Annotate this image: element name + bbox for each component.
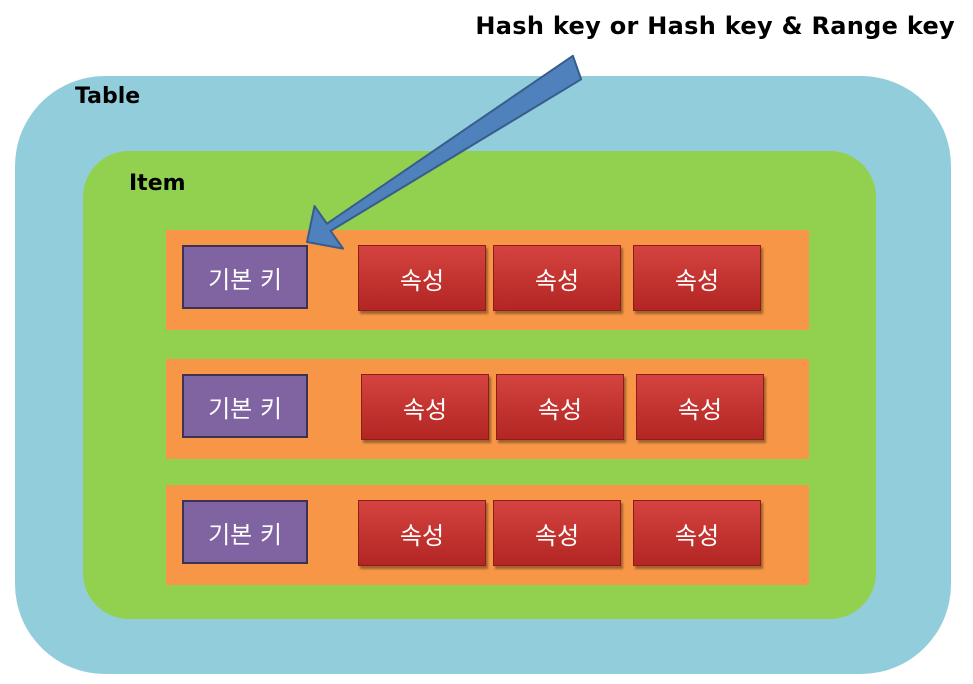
attribute-box: 속성 bbox=[633, 500, 761, 566]
item-row: 기본 키 속성 속성 속성 bbox=[166, 485, 809, 585]
attribute-box: 속성 bbox=[496, 374, 624, 440]
key-annotation: Hash key or Hash key & Range key bbox=[475, 12, 955, 40]
attribute-box: 속성 bbox=[636, 374, 764, 440]
item-row: 기본 키 속성 속성 속성 bbox=[166, 230, 809, 330]
attribute-box: 속성 bbox=[358, 500, 486, 566]
item-label: Item bbox=[129, 171, 186, 196]
attribute-box: 속성 bbox=[361, 374, 489, 440]
primary-key-box: 기본 키 bbox=[182, 500, 308, 564]
attribute-box: 속성 bbox=[493, 245, 621, 311]
item-row: 기본 키 속성 속성 속성 bbox=[166, 359, 809, 459]
attribute-box: 속성 bbox=[493, 500, 621, 566]
primary-key-box: 기본 키 bbox=[182, 374, 308, 438]
diagram-canvas: Table Item 기본 키 속성 속성 속성 기본 키 속성 속성 속성 기… bbox=[0, 0, 973, 684]
attribute-box: 속성 bbox=[358, 245, 486, 311]
table-label: Table bbox=[75, 84, 141, 109]
attribute-box: 속성 bbox=[633, 245, 761, 311]
primary-key-box: 기본 키 bbox=[182, 245, 308, 309]
